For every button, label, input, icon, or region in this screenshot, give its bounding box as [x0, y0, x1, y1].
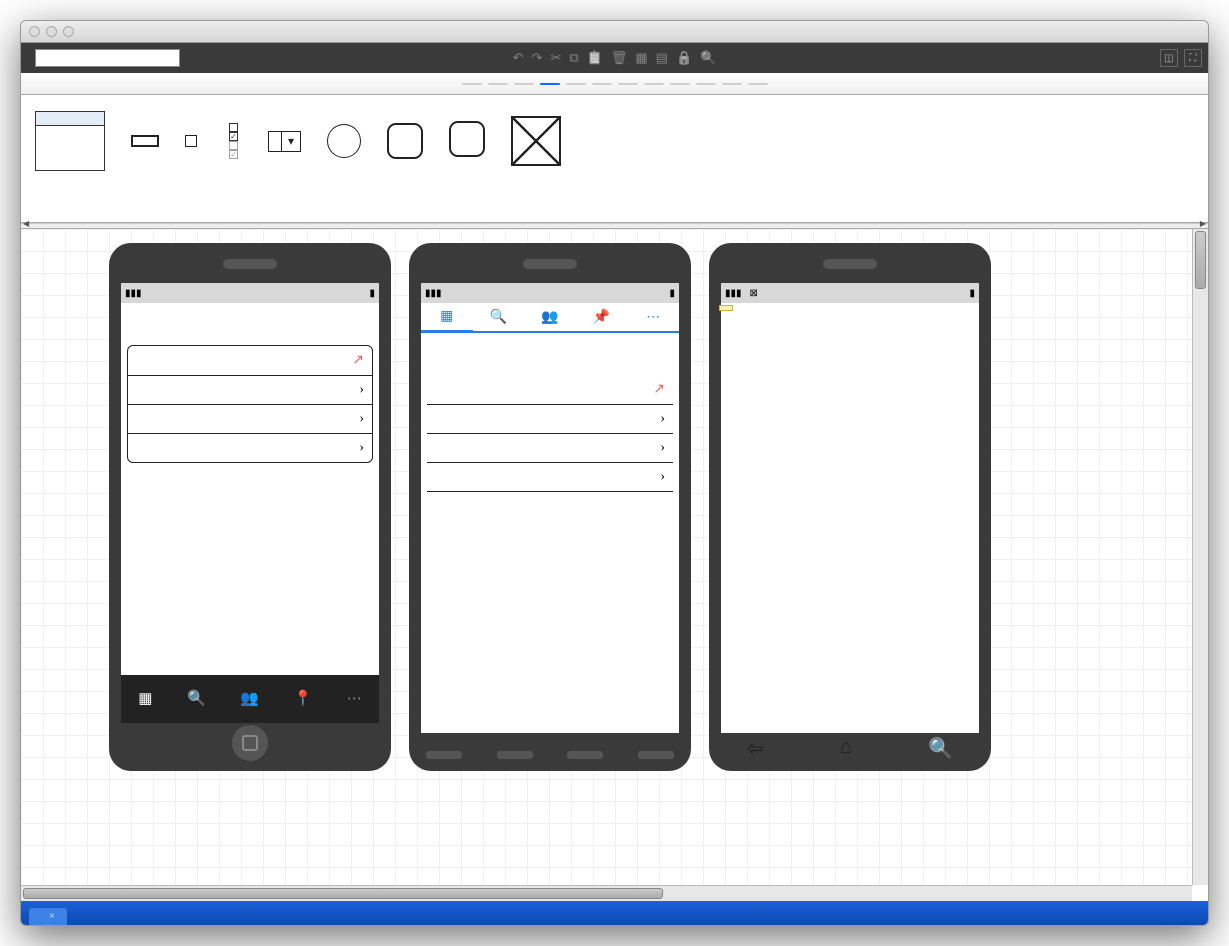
status-bar: ▮▮▮ ▮: [121, 283, 379, 303]
tab-pin[interactable]: 📌: [576, 303, 628, 331]
ui-library: ✓ ✓ ▾: [21, 95, 1208, 223]
traffic-lights: [21, 26, 74, 37]
edit-tooltip: [719, 305, 733, 311]
mockup-ios[interactable]: ▮▮▮ ▮ ↗: [109, 243, 391, 771]
list-item[interactable]: ›: [128, 405, 372, 434]
list-item[interactable]: ›: [427, 463, 673, 492]
redo-icon[interactable]: ↷: [532, 50, 543, 66]
schedule-list: ↗ › › ›: [127, 345, 373, 463]
chevron-right-icon: ›: [359, 440, 364, 456]
lib-image[interactable]: [511, 103, 561, 183]
battery-icon: ▮: [369, 288, 375, 299]
chevron-right-icon: ›: [359, 382, 364, 398]
delete-icon[interactable]: 🗑: [611, 50, 628, 66]
more-icon: ⋯: [347, 689, 362, 708]
signal-icon: ▮▮▮: [125, 288, 142, 299]
tab-schedule[interactable]: ▦: [421, 303, 473, 333]
pin-icon: 📍: [293, 689, 312, 708]
cat-containers[interactable]: [566, 83, 586, 85]
back-icon[interactable]: ⇦: [747, 736, 764, 761]
cat-media[interactable]: [696, 83, 716, 85]
tab-home[interactable]: ×: [29, 908, 67, 925]
close-icon[interactable]: [29, 26, 40, 37]
vertical-scrollbar[interactable]: [1192, 229, 1208, 885]
list-item[interactable]: ↗: [128, 346, 372, 376]
lock-icon[interactable]: 🔒: [676, 50, 692, 66]
hw-buttons: [409, 751, 691, 759]
lib-checkbox[interactable]: [185, 103, 203, 183]
align-icon[interactable]: ▤: [656, 50, 668, 66]
tab-maps[interactable]: 📍: [293, 689, 312, 710]
lib-icon-text[interactable]: [449, 103, 485, 183]
calendar-icon: ▦: [138, 689, 152, 708]
copy-icon[interactable]: ⧉: [569, 50, 578, 66]
tab-sessions[interactable]: 👥: [240, 689, 259, 710]
mic-icon: 🔍: [187, 689, 206, 708]
search-input[interactable]: [35, 49, 180, 67]
search-icon[interactable]: 🔍: [700, 50, 716, 66]
paste-icon[interactable]: 📋: [587, 50, 603, 66]
undo-icon[interactable]: ↶: [513, 50, 524, 66]
tab-search[interactable]: 🔍: [473, 303, 525, 331]
horizontal-scrollbar[interactable]: [21, 885, 1192, 901]
lib-browser-window[interactable]: [35, 103, 105, 183]
cat-big[interactable]: [488, 83, 508, 85]
close-icon[interactable]: ×: [49, 911, 55, 922]
tab-overflow[interactable]: ⋯: [627, 303, 679, 331]
quickadd-bar: ↶ ↷ ✂ ⧉ 📋 🗑 ▦ ▤ 🔒 🔍 ◫ ⛶: [21, 43, 1208, 73]
group-icon[interactable]: ▦: [635, 50, 647, 66]
chevron-right-icon: ›: [359, 411, 364, 427]
home-button[interactable]: [232, 725, 268, 761]
cat-iphone[interactable]: [618, 83, 638, 85]
cat-project[interactable]: [722, 83, 742, 85]
tab-bar: ▦ 🔍 👥 📍 ⋯: [121, 675, 379, 723]
tab-people[interactable]: 👥: [524, 303, 576, 331]
lib-combobox[interactable]: ▾: [268, 103, 301, 183]
list-item[interactable]: ›: [128, 434, 372, 462]
minimize-icon[interactable]: [46, 26, 57, 37]
document-tabs: ×: [21, 901, 1208, 925]
list-item[interactable]: ›: [427, 434, 673, 463]
mockup-wp7[interactable]: ▮▮▮⊠▮: [709, 243, 991, 771]
lib-icon[interactable]: [387, 103, 423, 183]
list-item[interactable]: ↗: [427, 375, 673, 405]
toggle-panel-icon[interactable]: ◫: [1160, 49, 1178, 67]
cat-common[interactable]: [540, 83, 560, 85]
cat-text[interactable]: [748, 83, 768, 85]
search-icon[interactable]: 🔍: [928, 736, 953, 761]
mockup-android[interactable]: ▮▮▮▮ ▦ 🔍 👥 📌 ⋯: [409, 243, 691, 771]
list-item[interactable]: ›: [427, 405, 673, 434]
cat-layout[interactable]: [644, 83, 664, 85]
tab-more[interactable]: ⋯: [347, 689, 362, 710]
tab-speakers[interactable]: 🔍: [187, 689, 206, 710]
list-item[interactable]: ›: [128, 376, 372, 405]
cat-forms[interactable]: [592, 83, 612, 85]
cat-all[interactable]: [462, 83, 482, 85]
cat-buttons[interactable]: [514, 83, 534, 85]
cut-icon[interactable]: ✂: [550, 50, 561, 66]
home-icon[interactable]: ⌂: [840, 736, 852, 761]
people-icon: 👥: [240, 689, 259, 708]
app-window: ↶ ↷ ✂ ⧉ 📋 🗑 ▦ ▤ 🔒 🔍 ◫ ⛶: [20, 20, 1209, 926]
chevron-right-icon: ↗: [352, 352, 364, 369]
titlebar[interactable]: [21, 21, 1208, 43]
category-bar: [21, 73, 1208, 95]
action-bar: ▦ 🔍 👥 📌 ⋯: [421, 303, 679, 333]
lib-button[interactable]: [131, 103, 159, 183]
lib-geometric[interactable]: [327, 103, 361, 183]
lib-checkbox-group[interactable]: ✓ ✓: [229, 103, 242, 183]
fullscreen-icon[interactable]: ⛶: [1184, 49, 1202, 67]
tab-schedule[interactable]: ▦: [138, 689, 152, 710]
cat-markup[interactable]: [670, 83, 690, 85]
mockup-canvas[interactable]: ▮▮▮ ▮ ↗: [21, 229, 1192, 885]
zoom-icon[interactable]: [63, 26, 74, 37]
